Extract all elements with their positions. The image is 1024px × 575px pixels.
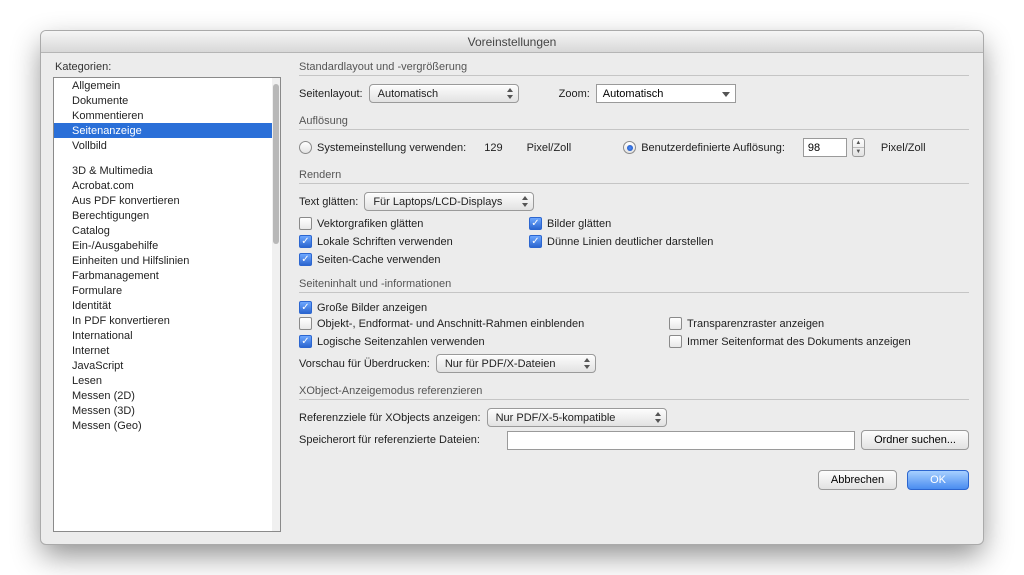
smooth-text-label: Text glätten: [299, 196, 358, 208]
category-item[interactable]: Lesen [54, 373, 272, 388]
group-xobject-heading: XObject-Anzeigemodus referenzieren [299, 385, 969, 400]
custom-resolution-input[interactable] [803, 138, 847, 157]
check-images[interactable]: Bilder glätten [529, 217, 829, 230]
overprint-select[interactable]: Nur für PDF/X-Dateien [436, 354, 596, 373]
category-listbox[interactable]: AllgemeinDokumenteKommentierenSeitenanze… [53, 77, 281, 532]
category-item[interactable]: Dokumente [54, 93, 272, 108]
category-item[interactable]: Ein-/Ausgabehilfe [54, 238, 272, 253]
ok-button[interactable]: OK [907, 470, 969, 490]
resolution-unit-2: Pixel/Zoll [881, 142, 926, 154]
category-item[interactable]: 3D & Multimedia [54, 163, 272, 178]
category-item[interactable]: Farbmanagement [54, 268, 272, 283]
check-vector[interactable]: Vektorgrafiken glätten [299, 217, 519, 230]
resolution-unit-1: Pixel/Zoll [527, 142, 572, 154]
window-title: Voreinstellungen [41, 31, 983, 53]
preferences-window: Voreinstellungen Kategorien: AllgemeinDo… [40, 30, 984, 545]
page-layout-select[interactable]: Automatisch [369, 84, 519, 103]
cancel-button[interactable]: Abbrechen [818, 470, 897, 490]
check-big-images[interactable]: Große Bilder anzeigen [299, 301, 427, 314]
system-resolution-value: 129 [484, 142, 502, 154]
smooth-text-select[interactable]: Für Laptops/LCD-Displays [364, 192, 534, 211]
check-page-cache[interactable]: Seiten-Cache verwenden [299, 253, 519, 266]
category-item[interactable]: JavaScript [54, 358, 272, 373]
zoom-select[interactable]: Automatisch [596, 84, 736, 103]
category-item[interactable]: In PDF konvertieren [54, 313, 272, 328]
category-item[interactable]: Aus PDF konvertieren [54, 193, 272, 208]
xobject-location-input[interactable] [507, 431, 855, 450]
category-item[interactable]: Identität [54, 298, 272, 313]
group-render-heading: Rendern [299, 169, 969, 184]
check-local-fonts[interactable]: Lokale Schriften verwenden [299, 235, 519, 248]
group-layout-heading: Standardlayout und -vergrößerung [299, 61, 969, 76]
zoom-label: Zoom: [559, 88, 590, 100]
category-item[interactable]: Berechtigungen [54, 208, 272, 223]
category-item[interactable]: Messen (2D) [54, 388, 272, 403]
category-item[interactable]: Kommentieren [54, 108, 272, 123]
category-item[interactable]: Allgemein [54, 78, 272, 93]
scrollbar-track[interactable] [272, 78, 280, 531]
category-item[interactable]: Seitenanzeige [54, 123, 272, 138]
category-item[interactable]: Formulare [54, 283, 272, 298]
page-layout-label: Seitenlayout: [299, 88, 363, 100]
group-content-heading: Seiteninhalt und -informationen [299, 278, 969, 293]
overprint-label: Vorschau für Überdrucken: [299, 358, 430, 370]
check-logical-pages[interactable]: Logische Seitenzahlen verwenden [299, 335, 659, 348]
radio-custom-resolution[interactable]: Benutzerdefinierte Auflösung: [623, 141, 785, 154]
check-always-format[interactable]: Immer Seitenformat des Dokuments anzeige… [669, 335, 969, 348]
xobject-targets-select[interactable]: Nur PDF/X-5-kompatible [487, 408, 667, 427]
category-item[interactable]: International [54, 328, 272, 343]
radio-system-resolution[interactable]: Systemeinstellung verwenden: [299, 141, 466, 154]
category-item[interactable]: Acrobat.com [54, 178, 272, 193]
resolution-stepper[interactable]: ▲▼ [852, 138, 865, 157]
category-item[interactable]: Catalog [54, 223, 272, 238]
xobject-location-label: Speicherort für referenzierte Dateien: [299, 434, 501, 446]
browse-button[interactable]: Ordner suchen... [861, 430, 969, 450]
check-thin-lines[interactable]: Dünne Linien deutlicher darstellen [529, 235, 829, 248]
sidebar-heading: Kategorien: [55, 61, 281, 73]
xobject-targets-label: Referenzziele für XObjects anzeigen: [299, 412, 481, 424]
check-boxes[interactable]: Objekt-, Endformat- und Anschnitt-Rahmen… [299, 317, 659, 330]
category-item[interactable]: Messen (Geo) [54, 418, 272, 433]
scrollbar-thumb[interactable] [273, 84, 279, 244]
sidebar: Kategorien: AllgemeinDokumenteKommentier… [41, 53, 289, 544]
category-item[interactable]: Internet [54, 343, 272, 358]
check-transparency[interactable]: Transparenzraster anzeigen [669, 317, 969, 330]
category-item[interactable]: Vollbild [54, 138, 272, 153]
category-item[interactable]: Einheiten und Hilfslinien [54, 253, 272, 268]
group-resolution-heading: Auflösung [299, 115, 969, 130]
category-item[interactable]: Messen (3D) [54, 403, 272, 418]
